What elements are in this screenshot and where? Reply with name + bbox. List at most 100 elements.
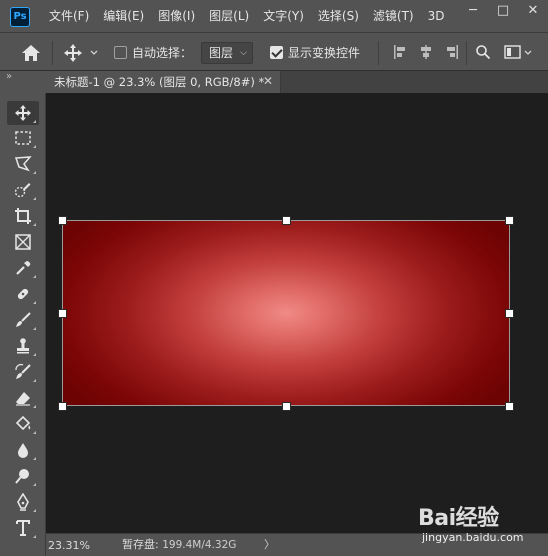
transform-handle-top-left[interactable] xyxy=(58,216,67,225)
align-center-icon xyxy=(421,45,431,59)
canvas-workspace[interactable] xyxy=(46,93,548,533)
zoom-level-field[interactable]: 23.31% xyxy=(48,538,106,554)
marquee-tool[interactable] xyxy=(7,126,39,150)
menu-select[interactable]: 选择(S) xyxy=(311,0,366,33)
tool-group-indicator xyxy=(33,483,36,486)
align-right-button[interactable] xyxy=(444,44,460,60)
healing-tool[interactable] xyxy=(7,282,39,306)
tool-group-indicator xyxy=(33,353,36,356)
tool-group-indicator xyxy=(33,275,36,278)
eyedropper-icon xyxy=(16,261,31,275)
tool-group-indicator xyxy=(33,509,36,512)
document-tab-title: 未标题-1 @ 23.3% (图层 0, RGB/8#) * xyxy=(54,75,265,89)
scratch-disk-label: 暂存盘: xyxy=(122,538,159,551)
menu-image[interactable]: 图像(I) xyxy=(151,0,202,33)
crop-icon xyxy=(15,208,31,224)
eraser-icon xyxy=(16,392,30,406)
stamp-tool[interactable] xyxy=(7,334,39,358)
scratch-disk-info: 暂存盘: 199.4M/4.32G xyxy=(122,534,236,556)
panel-collapse-icon[interactable]: » xyxy=(0,71,46,93)
workspace-switcher-button[interactable] xyxy=(504,44,534,60)
menu-layer[interactable]: 图层(L) xyxy=(202,0,256,33)
move-tool[interactable] xyxy=(7,101,39,125)
show-transform-label: 显示变换控件 xyxy=(288,46,361,60)
auto-select-target-value: 图层 xyxy=(209,46,234,60)
tool-group-indicator xyxy=(33,457,36,460)
tool-group-indicator xyxy=(33,379,36,382)
eraser-tool[interactable] xyxy=(7,386,39,410)
transform-handle-middle-left[interactable] xyxy=(58,309,67,318)
frame-icon xyxy=(15,234,31,250)
align-right-icon xyxy=(447,45,458,59)
baidu-jingyan-watermark: Bai经验 jingyan.baidu.com xyxy=(418,500,546,550)
auto-select-target-dropdown[interactable]: 图层 ⌵ xyxy=(201,42,253,64)
crop-tool[interactable] xyxy=(7,204,39,228)
transform-handle-top-right[interactable] xyxy=(505,216,514,225)
align-left-button[interactable] xyxy=(392,44,408,60)
transform-handle-bottom-right[interactable] xyxy=(505,402,514,411)
minimize-button[interactable]: ─ xyxy=(458,0,488,22)
transform-handle-middle-right[interactable] xyxy=(505,309,514,318)
home-button[interactable] xyxy=(18,42,44,64)
document-tab[interactable]: 未标题-1 @ 23.3% (图层 0, RGB/8#) * ✕ xyxy=(46,71,281,93)
dodge-tool[interactable] xyxy=(7,464,39,488)
transform-handle-bottom-left[interactable] xyxy=(58,402,67,411)
history-brush-tool[interactable] xyxy=(7,360,39,384)
status-menu-arrow-icon[interactable]: 〉 xyxy=(264,534,275,556)
blur-tool[interactable] xyxy=(7,438,39,462)
frame-tool[interactable] xyxy=(7,230,39,254)
paint-bucket-tool[interactable] xyxy=(7,412,39,436)
pen-icon xyxy=(17,493,29,511)
pen-tool[interactable] xyxy=(7,490,39,514)
rect-marquee-icon xyxy=(15,131,31,145)
transform-handle-top-center[interactable] xyxy=(282,216,291,225)
menu-file[interactable]: 文件(F) xyxy=(42,0,96,33)
move-icon xyxy=(15,105,31,121)
tool-group-indicator xyxy=(33,197,36,200)
document-canvas[interactable] xyxy=(58,216,514,411)
auto-select-label: 自动选择： xyxy=(132,46,193,60)
close-tab-icon[interactable]: ✕ xyxy=(260,71,276,92)
home-icon xyxy=(22,45,40,61)
history-brush-icon xyxy=(15,363,31,379)
tool-group-indicator xyxy=(33,327,36,330)
type-tool[interactable] xyxy=(7,516,39,540)
search-button[interactable] xyxy=(475,44,491,60)
align-center-button[interactable] xyxy=(418,44,434,60)
polygon-lasso-icon xyxy=(14,156,32,172)
options-separator xyxy=(466,41,467,65)
window-controls: ─ □ ✕ xyxy=(458,0,548,24)
move-icon xyxy=(64,44,98,62)
document-tab-bar: 未标题-1 @ 23.3% (图层 0, RGB/8#) * ✕ xyxy=(46,71,548,93)
maximize-button[interactable]: □ xyxy=(488,0,518,22)
tool-group-indicator xyxy=(33,145,36,148)
menu-items: 文件(F) 编辑(E) 图像(I) 图层(L) 文字(Y) 选择(S) 滤镜(T… xyxy=(42,0,451,33)
type-icon xyxy=(16,520,30,536)
close-button[interactable]: ✕ xyxy=(518,0,548,22)
auto-select-checkbox[interactable] xyxy=(114,46,127,59)
show-transform-checkbox[interactable] xyxy=(270,46,283,59)
options-bar: 自动选择： 图层 ⌵ 显示变换控件 xyxy=(0,34,548,71)
menu-filter[interactable]: 滤镜(T) xyxy=(366,0,421,33)
menu-bar: Ps 文件(F) 编辑(E) 图像(I) 图层(L) 文字(Y) 选择(S) 滤… xyxy=(0,0,548,33)
move-tool-preset-button[interactable] xyxy=(62,42,102,64)
tools-panel xyxy=(0,93,46,556)
menu-3d[interactable]: 3D xyxy=(421,0,452,33)
options-separator xyxy=(52,41,53,65)
brush-tool[interactable] xyxy=(7,308,39,332)
quick-select-tool[interactable] xyxy=(7,178,39,202)
options-separator xyxy=(378,41,379,65)
menu-edit[interactable]: 编辑(E) xyxy=(96,0,151,33)
tool-group-indicator xyxy=(33,405,36,408)
quick-select-icon xyxy=(14,183,31,198)
tool-group-indicator xyxy=(33,171,36,174)
lasso-tool[interactable] xyxy=(7,152,39,176)
chevron-down-icon: ⌵ xyxy=(240,48,247,58)
menu-type[interactable]: 文字(Y) xyxy=(256,0,311,33)
search-icon xyxy=(476,45,491,60)
blur-drop-icon xyxy=(18,443,28,458)
transform-handle-bottom-center[interactable] xyxy=(282,402,291,411)
brush-icon xyxy=(16,312,31,327)
dodge-icon xyxy=(15,469,29,484)
eyedropper-tool[interactable] xyxy=(7,256,39,280)
